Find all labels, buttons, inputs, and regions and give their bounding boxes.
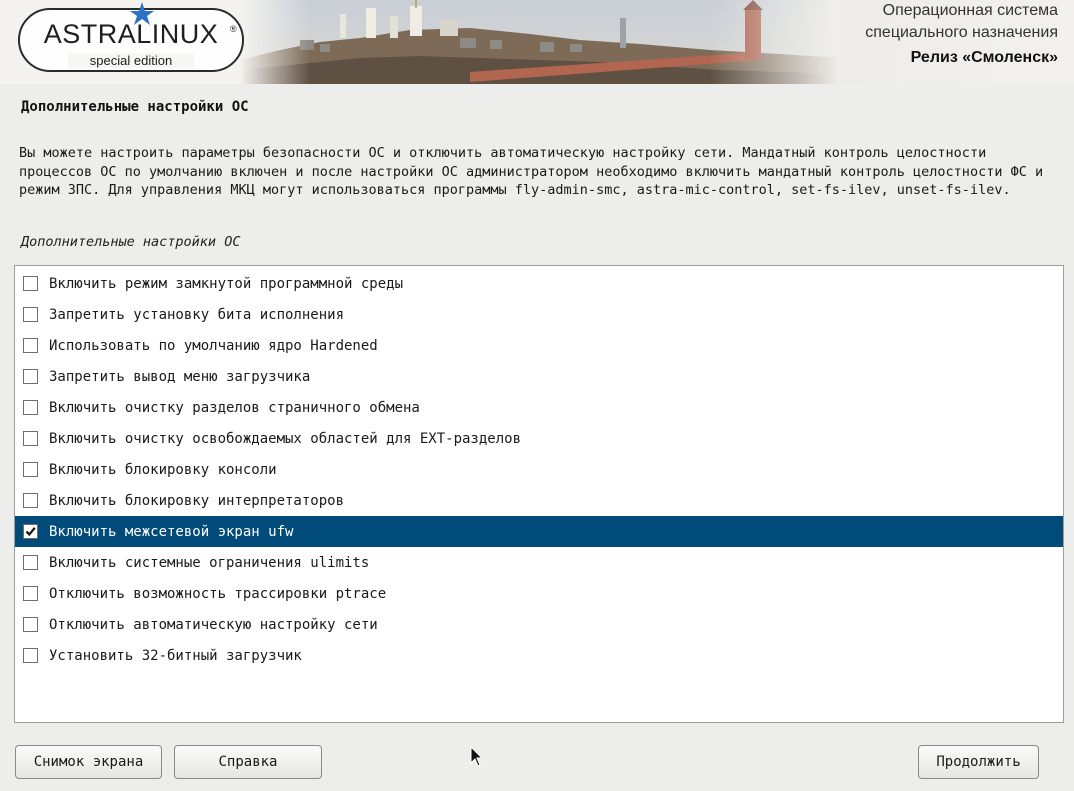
option-checkbox[interactable] (23, 307, 38, 322)
mouse-pointer-icon (470, 746, 484, 767)
option-checkbox[interactable] (23, 648, 38, 663)
page-description: Вы можете настроить параметры безопаснос… (19, 145, 1044, 198)
help-button[interactable]: Справка (174, 745, 322, 779)
smolensk-panorama-image (240, 0, 840, 84)
option-label: Отключить возможность трассировки ptrace (49, 585, 387, 602)
option-row[interactable]: Включить очистку разделов страничного об… (15, 392, 1063, 423)
release-name: Релиз «Смоленск» (910, 49, 1058, 66)
option-label: Включить блокировку интерпретаторов (49, 492, 345, 509)
option-row[interactable]: Включить блокировку консоли (15, 454, 1063, 485)
option-label: Включить режим замкнутой программной сре… (49, 275, 404, 292)
option-label: Запретить установку бита исполнения (49, 306, 345, 323)
screenshot-button[interactable]: Снимок экрана (15, 745, 162, 779)
installer-header: ASTRALINUX ® special edition Операционна… (0, 0, 1074, 84)
option-row[interactable]: Включить очистку освобождаемых областей … (15, 423, 1063, 454)
option-checkbox[interactable] (23, 462, 38, 477)
option-checkbox[interactable] (23, 617, 38, 632)
option-label: Запретить вывод меню загрузчика (49, 368, 311, 385)
logo-text: ASTRALINUX (43, 19, 219, 49)
option-checkbox[interactable] (23, 431, 38, 446)
options-list-label: Дополнительные настройки ОС (21, 234, 241, 250)
logo-subtitle: special edition (68, 53, 194, 68)
page-title: Дополнительные настройки ОС (21, 99, 249, 115)
option-row[interactable]: Включить режим замкнутой программной сре… (15, 268, 1063, 299)
option-row[interactable]: Установить 32-битный загрузчик (15, 640, 1063, 671)
registered-mark: ® (230, 24, 237, 34)
option-row[interactable]: Запретить установку бита исполнения (15, 299, 1063, 330)
option-row[interactable]: Включить межсетевой экран ufw (15, 516, 1063, 547)
option-label: Включить очистку разделов страничного об… (49, 399, 420, 416)
option-checkbox[interactable] (23, 586, 38, 601)
option-row[interactable]: Использовать по умолчанию ядро Hardened (15, 330, 1063, 361)
option-label: Включить очистку освобождаемых областей … (49, 430, 522, 447)
option-row[interactable]: Включить системные ограничения ulimits (15, 547, 1063, 578)
option-checkbox[interactable] (23, 369, 38, 384)
option-checkbox[interactable] (23, 524, 38, 539)
option-label: Отключить автоматическую настройку сети (49, 616, 378, 633)
option-checkbox[interactable] (23, 493, 38, 508)
option-row[interactable]: Запретить вывод меню загрузчика (15, 361, 1063, 392)
astra-linux-logo: ASTRALINUX ® special edition (18, 2, 244, 72)
option-label: Включить блокировку консоли (49, 461, 277, 478)
os-branding: Операционная система специального назнач… (865, 0, 1058, 69)
option-checkbox[interactable] (23, 276, 38, 291)
options-checklist[interactable]: Включить режим замкнутой программной сре… (14, 265, 1064, 723)
os-line-2: специального назначения (865, 24, 1058, 41)
option-row[interactable]: Включить блокировку интерпретаторов (15, 485, 1063, 516)
option-checkbox[interactable] (23, 555, 38, 570)
continue-button[interactable]: Продолжить (918, 745, 1039, 779)
option-row[interactable]: Отключить автоматическую настройку сети (15, 609, 1063, 640)
option-label: Включить межсетевой экран ufw (49, 523, 294, 540)
option-label: Использовать по умолчанию ядро Hardened (49, 337, 378, 354)
os-line-1: Операционная система (882, 2, 1058, 19)
option-label: Установить 32-битный загрузчик (49, 647, 302, 664)
option-row[interactable]: Отключить возможность трассировки ptrace (15, 578, 1063, 609)
option-label: Включить системные ограничения ulimits (49, 554, 370, 571)
option-checkbox[interactable] (23, 400, 38, 415)
checkmark-icon (25, 527, 36, 537)
option-checkbox[interactable] (23, 338, 38, 353)
